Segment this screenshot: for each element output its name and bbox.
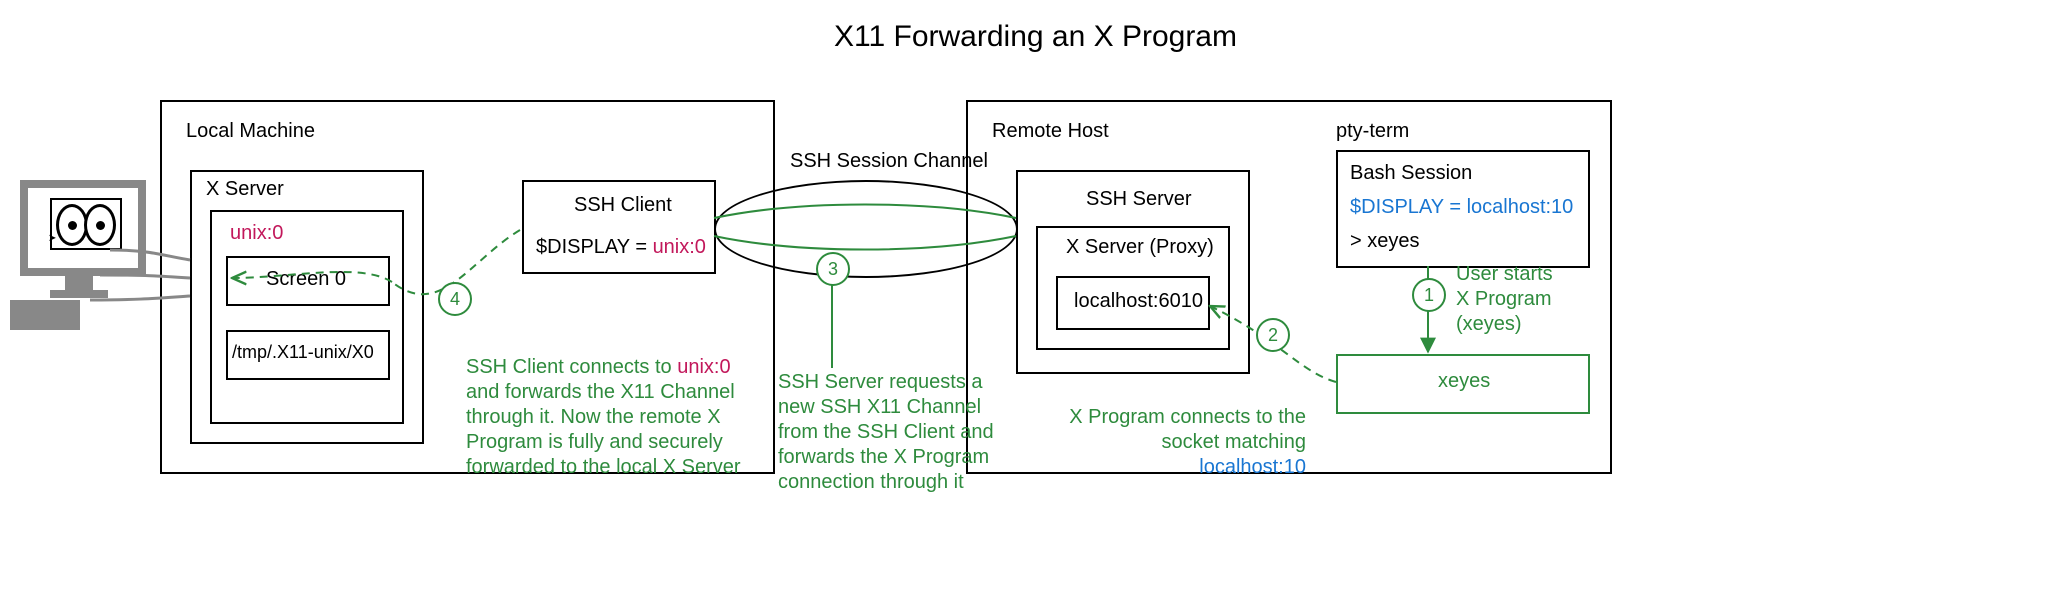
computer-icon: ➤ [10, 180, 140, 340]
monitor-stand-icon [65, 276, 93, 290]
step-4-text-b: unix:0 [677, 356, 730, 378]
computer-tower-icon [10, 300, 80, 330]
diagram-canvas: X11 Forwarding an X Program ➤ Local Mach… [0, 0, 2071, 590]
step-2-text-b: localhost:10 [1199, 456, 1306, 478]
remote-host-title: Remote Host [992, 120, 1109, 143]
bash-display: $DISPLAY = localhost:10 [1350, 196, 1573, 219]
step-1-num: 1 [1424, 285, 1434, 306]
bash-session-title: Bash Session [1350, 162, 1472, 185]
step-2-circle: 2 [1256, 318, 1290, 352]
diagram-title: X11 Forwarding an X Program [0, 20, 2071, 54]
ssh-server-title: SSH Server [1086, 188, 1192, 211]
step-2-num: 2 [1268, 325, 1278, 346]
step-1-circle: 1 [1412, 278, 1446, 312]
ssh-client-display-label: $DISPLAY = [536, 236, 653, 258]
x-server-display: unix:0 [230, 222, 283, 245]
xeyes-process-label: xeyes [1438, 370, 1490, 393]
ssh-client-title: SSH Client [574, 194, 672, 217]
ssh-client-display: $DISPLAY = unix:0 [536, 236, 706, 259]
ssh-client-display-value: unix:0 [653, 236, 706, 258]
monitor-icon: ➤ [20, 180, 146, 276]
x-server-proxy-title: X Server (Proxy) [1066, 236, 1214, 259]
x11-socket-label: /tmp/.X11-unix/X0 [232, 342, 374, 363]
step-4-text-c: and forwards the X11 Channel through it.… [466, 381, 741, 478]
step-4-circle: 4 [438, 282, 472, 316]
bash-prompt: > xeyes [1350, 230, 1419, 253]
screen0-label: Screen 0 [266, 268, 346, 291]
bash-display-value: localhost:10 [1467, 196, 1574, 218]
step-1-text: User starts X Program (xeyes) [1456, 262, 1553, 337]
step-2-text-a: X Program connects to the socket matchin… [1069, 406, 1306, 453]
proxy-socket-label: localhost:6010 [1074, 290, 1203, 313]
monitor-base-icon [50, 290, 108, 298]
step-2-text: X Program connects to the socket matchin… [1066, 380, 1306, 480]
step-4-num: 4 [450, 289, 460, 310]
step-3-circle: 3 [816, 252, 850, 286]
step-4-text-a: SSH Client connects to [466, 356, 677, 378]
xeyes-window-frame [50, 198, 122, 250]
x-server-title: X Server [206, 178, 284, 201]
step-4-text: SSH Client connects to unix:0 and forwar… [466, 330, 741, 480]
step-3-num: 3 [828, 259, 838, 280]
step-3-text: SSH Server requests a new SSH X11 Channe… [778, 370, 994, 495]
bash-display-label: $DISPLAY = [1350, 196, 1467, 218]
local-machine-title: Local Machine [186, 120, 315, 143]
pty-term-title: pty-term [1336, 120, 1409, 143]
ssh-channel-label: SSH Session Channel [790, 150, 988, 173]
